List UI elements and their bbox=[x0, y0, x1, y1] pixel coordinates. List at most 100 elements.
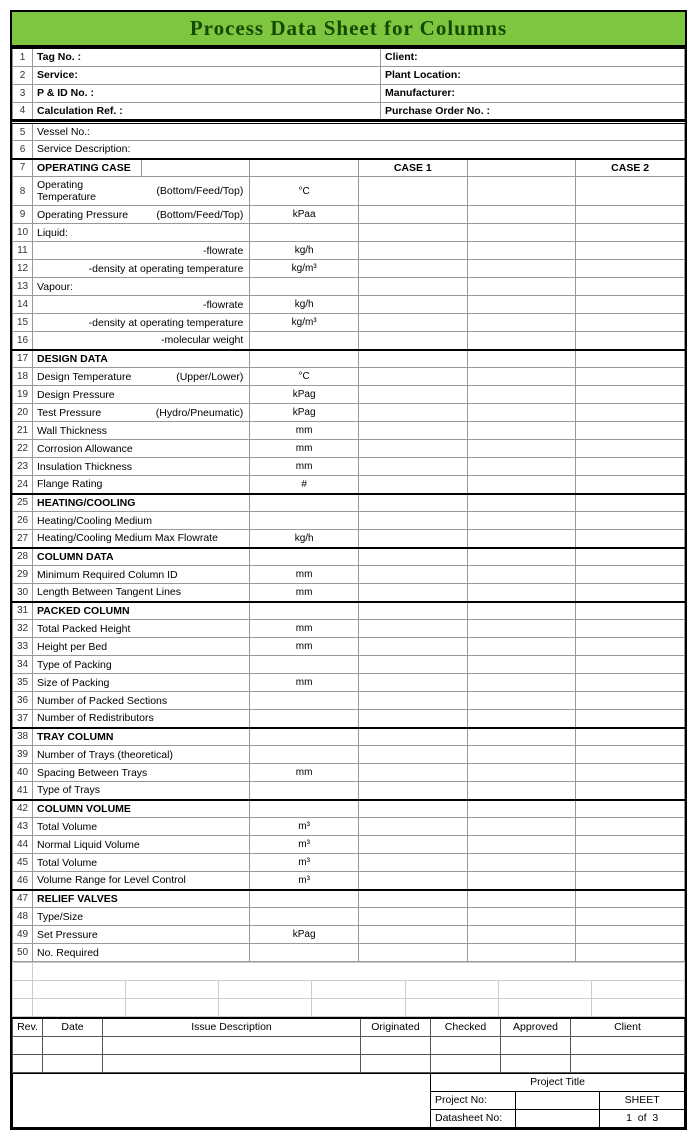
value-cell[interactable] bbox=[467, 782, 576, 800]
value-cell[interactable] bbox=[467, 476, 576, 494]
value-cell[interactable] bbox=[358, 620, 467, 638]
value-cell[interactable] bbox=[467, 692, 576, 710]
value-cell[interactable] bbox=[358, 746, 467, 764]
value-cell[interactable] bbox=[576, 458, 685, 476]
value-cell[interactable] bbox=[467, 368, 576, 386]
value-cell[interactable] bbox=[467, 278, 576, 296]
value-cell[interactable] bbox=[576, 476, 685, 494]
value-cell[interactable] bbox=[467, 260, 576, 278]
value-cell[interactable] bbox=[467, 926, 576, 944]
value-cell[interactable] bbox=[576, 944, 685, 962]
value-cell[interactable] bbox=[576, 422, 685, 440]
value-cell[interactable] bbox=[576, 242, 685, 260]
field-label[interactable]: Plant Location: bbox=[381, 66, 685, 84]
value-cell[interactable] bbox=[358, 530, 467, 548]
value-cell[interactable] bbox=[467, 872, 576, 890]
value-cell[interactable] bbox=[467, 854, 576, 872]
value-cell[interactable] bbox=[467, 206, 576, 224]
field-label[interactable]: Client: bbox=[381, 48, 685, 66]
value-cell[interactable] bbox=[358, 692, 467, 710]
value-cell[interactable] bbox=[358, 177, 467, 206]
value-cell[interactable] bbox=[467, 404, 576, 422]
value-cell[interactable] bbox=[576, 566, 685, 584]
value-cell[interactable] bbox=[467, 242, 576, 260]
value-cell[interactable] bbox=[358, 584, 467, 602]
value-cell[interactable] bbox=[358, 278, 467, 296]
value-cell[interactable] bbox=[576, 440, 685, 458]
value-cell[interactable] bbox=[358, 782, 467, 800]
value-cell[interactable] bbox=[467, 836, 576, 854]
value-cell[interactable] bbox=[576, 260, 685, 278]
value-cell[interactable] bbox=[358, 854, 467, 872]
value-cell[interactable] bbox=[467, 908, 576, 926]
value-cell[interactable] bbox=[576, 296, 685, 314]
value-cell[interactable] bbox=[358, 368, 467, 386]
value-cell[interactable] bbox=[467, 440, 576, 458]
value-cell[interactable] bbox=[358, 764, 467, 782]
value-cell[interactable] bbox=[358, 944, 467, 962]
value-cell[interactable] bbox=[576, 314, 685, 332]
value-cell[interactable] bbox=[467, 224, 576, 242]
value-cell[interactable] bbox=[576, 512, 685, 530]
value-cell[interactable] bbox=[467, 314, 576, 332]
value-cell[interactable] bbox=[358, 440, 467, 458]
value-cell[interactable] bbox=[576, 692, 685, 710]
value-cell[interactable] bbox=[467, 296, 576, 314]
field-label[interactable]: Service: bbox=[33, 66, 381, 84]
value-cell[interactable] bbox=[358, 314, 467, 332]
field-label[interactable]: Service Description: bbox=[33, 141, 685, 159]
value-cell[interactable] bbox=[576, 818, 685, 836]
value-cell[interactable] bbox=[467, 458, 576, 476]
value-cell[interactable] bbox=[358, 836, 467, 854]
value-cell[interactable] bbox=[358, 872, 467, 890]
value-cell[interactable] bbox=[467, 386, 576, 404]
value-cell[interactable] bbox=[358, 458, 467, 476]
value-cell[interactable] bbox=[358, 710, 467, 728]
value-cell[interactable] bbox=[358, 908, 467, 926]
value-cell[interactable] bbox=[576, 764, 685, 782]
field-label[interactable]: Vessel No.: bbox=[33, 123, 685, 141]
value-cell[interactable] bbox=[358, 206, 467, 224]
value-cell[interactable] bbox=[576, 206, 685, 224]
field-label[interactable]: Purchase Order No. : bbox=[381, 102, 685, 120]
value-cell[interactable] bbox=[467, 638, 576, 656]
value-cell[interactable] bbox=[467, 332, 576, 350]
value-cell[interactable] bbox=[467, 818, 576, 836]
value-cell[interactable] bbox=[358, 260, 467, 278]
value-cell[interactable] bbox=[576, 224, 685, 242]
value-cell[interactable] bbox=[358, 818, 467, 836]
value-cell[interactable] bbox=[576, 278, 685, 296]
value-cell[interactable] bbox=[467, 566, 576, 584]
value-cell[interactable] bbox=[467, 620, 576, 638]
value-cell[interactable] bbox=[358, 404, 467, 422]
value-cell[interactable] bbox=[576, 332, 685, 350]
value-cell[interactable] bbox=[358, 926, 467, 944]
value-cell[interactable] bbox=[576, 782, 685, 800]
field-label[interactable]: Tag No. : bbox=[33, 48, 381, 66]
value-cell[interactable] bbox=[358, 422, 467, 440]
value-cell[interactable] bbox=[467, 674, 576, 692]
value-cell[interactable] bbox=[467, 764, 576, 782]
value-cell[interactable] bbox=[576, 908, 685, 926]
value-cell[interactable] bbox=[576, 177, 685, 206]
field-label[interactable]: Calculation Ref. : bbox=[33, 102, 381, 120]
value-cell[interactable] bbox=[576, 620, 685, 638]
value-cell[interactable] bbox=[576, 584, 685, 602]
value-cell[interactable] bbox=[576, 386, 685, 404]
value-cell[interactable] bbox=[358, 674, 467, 692]
value-cell[interactable] bbox=[576, 404, 685, 422]
value-cell[interactable] bbox=[358, 512, 467, 530]
value-cell[interactable] bbox=[576, 530, 685, 548]
value-cell[interactable] bbox=[576, 926, 685, 944]
value-cell[interactable] bbox=[467, 746, 576, 764]
value-cell[interactable] bbox=[576, 710, 685, 728]
value-cell[interactable] bbox=[358, 242, 467, 260]
value-cell[interactable] bbox=[576, 674, 685, 692]
value-cell[interactable] bbox=[467, 584, 576, 602]
value-cell[interactable] bbox=[467, 422, 576, 440]
value-cell[interactable] bbox=[576, 656, 685, 674]
value-cell[interactable] bbox=[576, 872, 685, 890]
value-cell[interactable] bbox=[358, 224, 467, 242]
value-cell[interactable] bbox=[576, 638, 685, 656]
value-cell[interactable] bbox=[358, 476, 467, 494]
